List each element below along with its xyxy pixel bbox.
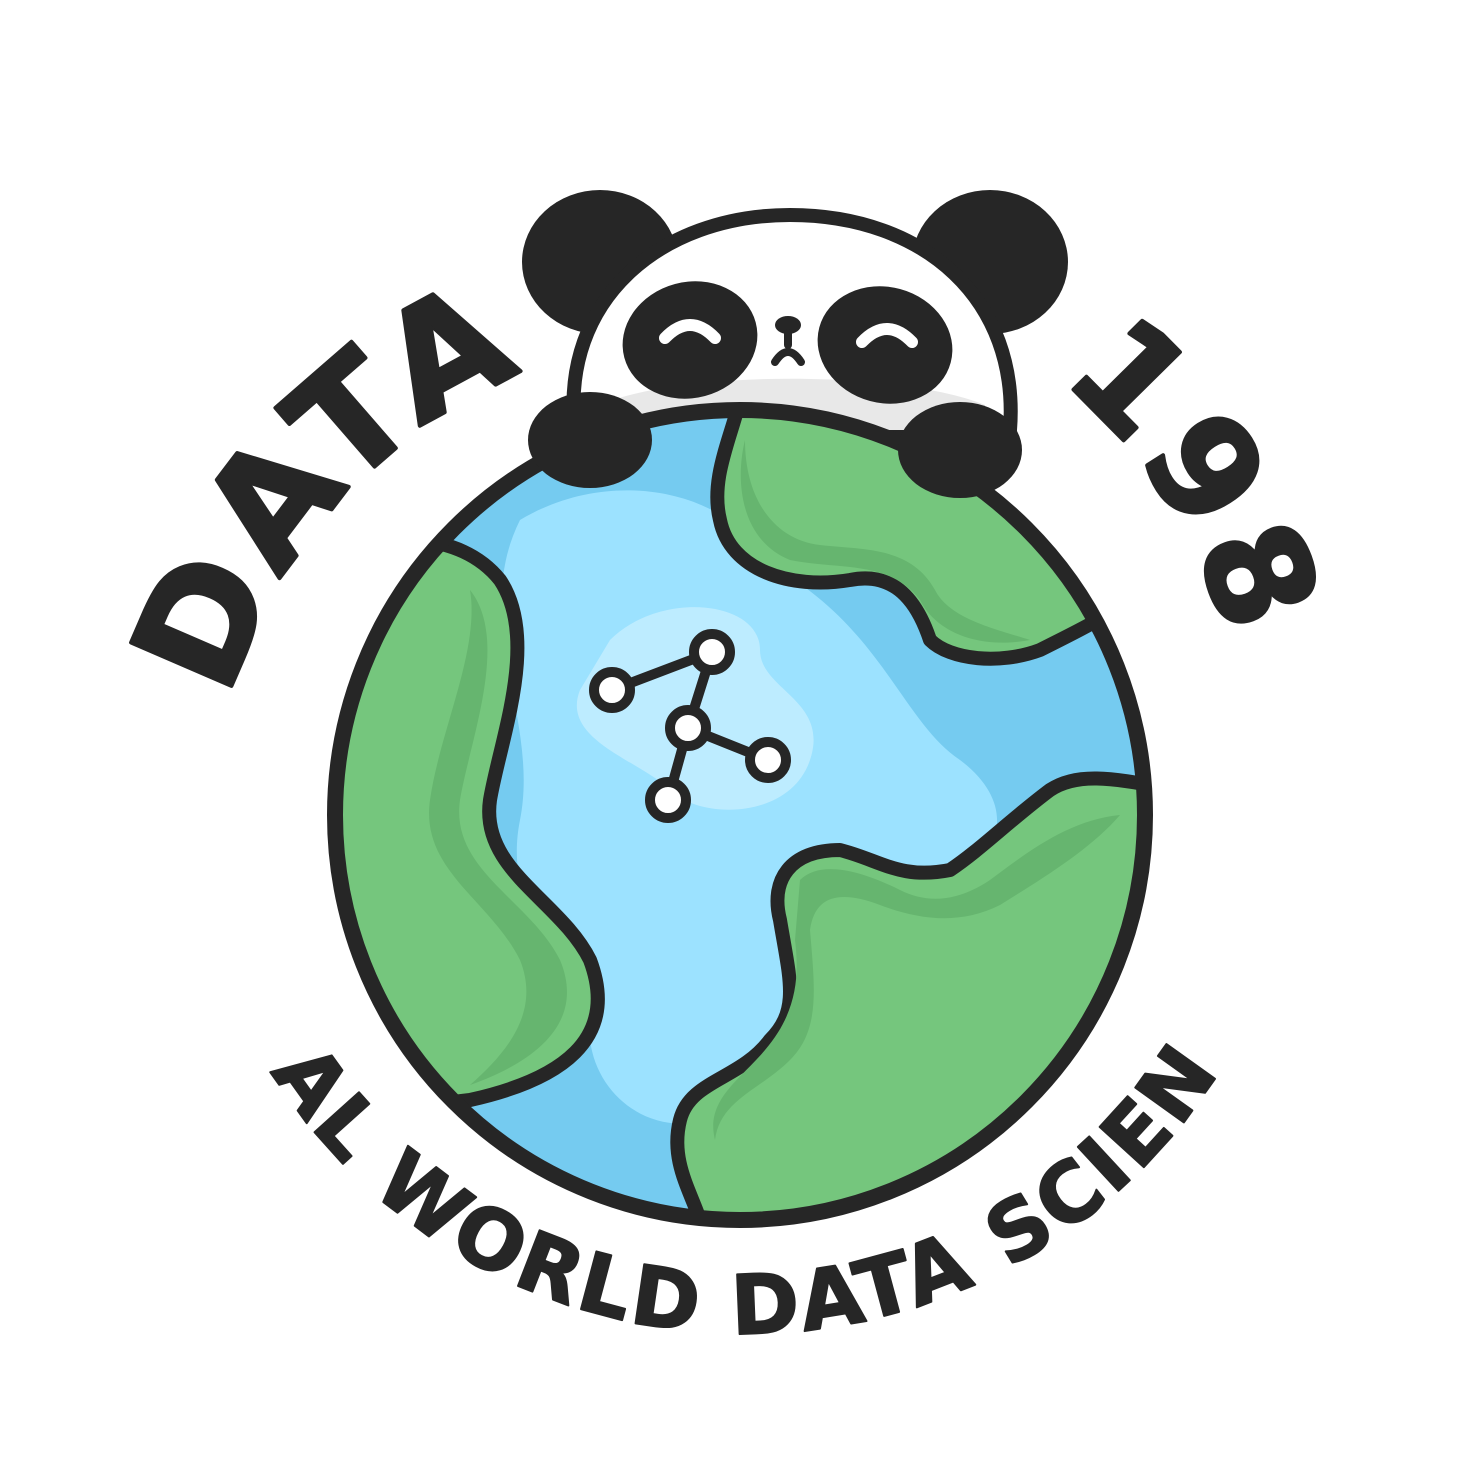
logo: DATA 198 REAL WORLD DATA SCIENCE [0,0,1345,1355]
globe-icon [327,402,1153,1228]
network-node [665,705,711,751]
network-node [645,777,691,823]
panda-right-paw [898,402,1022,498]
network-node [589,667,635,713]
network-node [745,737,791,783]
panda-left-paw [528,392,652,488]
network-node [689,629,735,675]
